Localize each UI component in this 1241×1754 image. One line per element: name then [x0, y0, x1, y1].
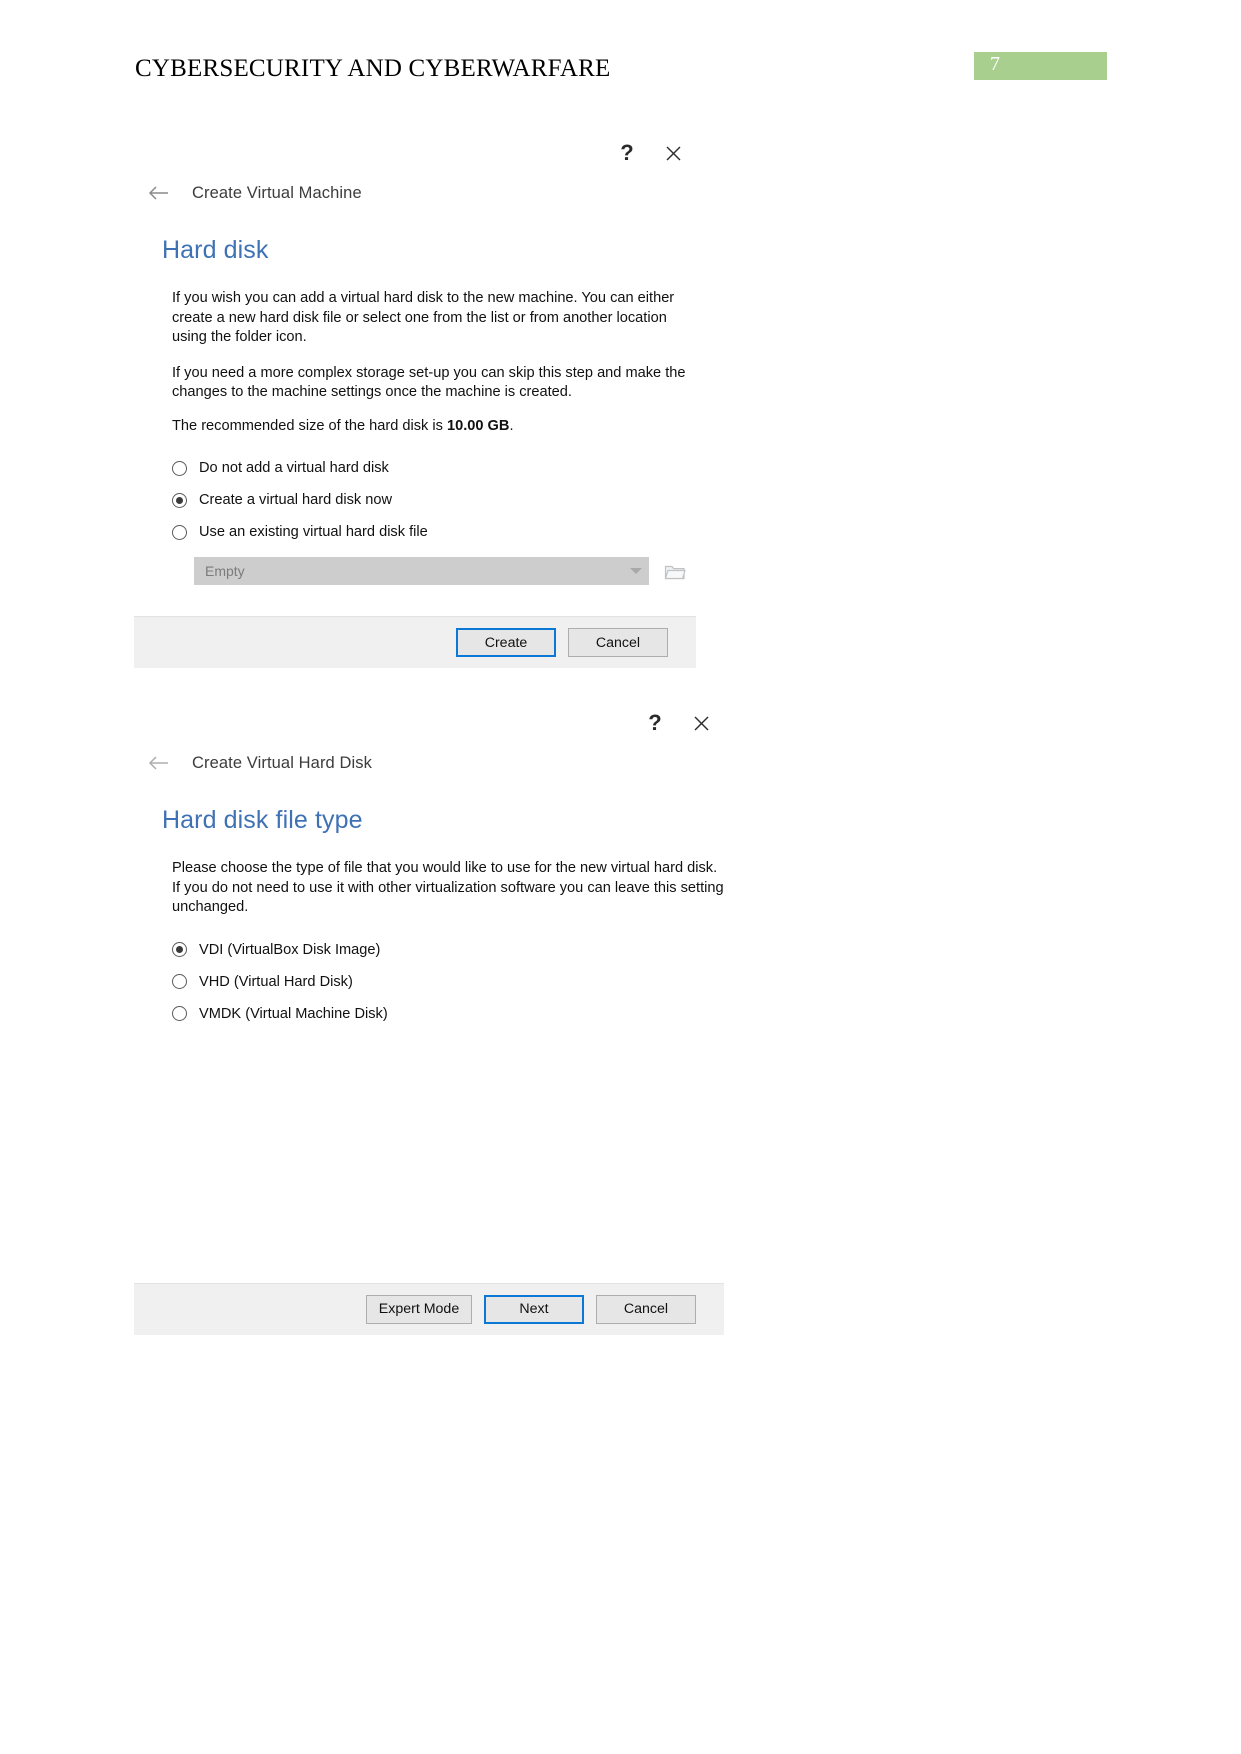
chevron-down-icon	[630, 568, 642, 575]
create-button[interactable]: Create	[456, 628, 556, 658]
radio-label: VMDK (Virtual Machine Disk)	[199, 1005, 388, 1022]
cancel-button[interactable]: Cancel	[568, 628, 668, 658]
dialog-nav-title: Create Virtual Machine	[192, 183, 362, 202]
radio-label: Do not add a virtual hard disk	[199, 460, 389, 477]
radio-indicator-icon	[172, 492, 187, 508]
radio-indicator-icon	[172, 1006, 187, 1022]
titlebar-button-group: ?	[632, 700, 724, 746]
existing-disk-combobox[interactable]: Empty	[194, 557, 649, 586]
combobox-value: Empty	[205, 563, 245, 580]
radio-vhd[interactable]: VHD (Virtual Hard Disk)	[172, 966, 724, 998]
page-header: CYBERSECURITY AND CYBERWARFARE 7	[135, 52, 1241, 95]
recommended-suffix: .	[509, 417, 514, 434]
close-icon[interactable]	[678, 703, 724, 743]
radio-do-not-add-disk[interactable]: Do not add a virtual hard disk	[172, 452, 696, 484]
dialog-footer-buttons: Expert Mode Next Cancel	[134, 1282, 724, 1335]
radio-label: VDI (VirtualBox Disk Image)	[199, 941, 381, 958]
disk-file-type-option-list: VDI (VirtualBox Disk Image) VHD (Virtual…	[172, 934, 724, 1030]
back-arrow-icon[interactable]	[146, 750, 172, 776]
radio-indicator-icon	[172, 524, 187, 540]
radio-vdi[interactable]: VDI (VirtualBox Disk Image)	[172, 934, 724, 966]
page-number-badge: 7	[974, 52, 1107, 80]
dialog-nav-title: Create Virtual Hard Disk	[192, 753, 372, 772]
question-mark-icon[interactable]: ?	[632, 703, 678, 743]
body-paragraph-1: Please choose the type of file that you …	[172, 860, 724, 916]
dialog-heading: Hard disk	[162, 236, 269, 264]
back-arrow-icon[interactable]	[146, 180, 172, 206]
dialog-titlebar: ?	[134, 130, 696, 176]
radio-indicator-icon	[172, 974, 187, 990]
expert-mode-button[interactable]: Expert Mode	[366, 1294, 472, 1324]
cancel-button[interactable]: Cancel	[596, 1294, 696, 1324]
dialog-footer-buttons: Create Cancel	[134, 616, 696, 669]
dialog-heading: Hard disk file type	[162, 806, 363, 834]
radio-create-disk-now[interactable]: Create a virtual hard disk now	[172, 484, 696, 516]
dialog-body-text: If you wish you can add a virtual hard d…	[172, 289, 696, 436]
recommended-size-value: 10.00 GB	[446, 417, 510, 434]
dialog-titlebar: ?	[134, 700, 724, 746]
recommended-size-line: The recommended size of the hard disk is…	[172, 417, 696, 437]
create-virtual-machine-dialog: ? Create Virtual Machine Hard disk If yo…	[134, 130, 696, 669]
radio-vmdk[interactable]: VMDK (Virtual Machine Disk)	[172, 998, 724, 1030]
radio-label: VHD (Virtual Hard Disk)	[199, 973, 353, 990]
existing-disk-selector-row: Empty	[194, 557, 696, 586]
radio-use-existing-disk[interactable]: Use an existing virtual hard disk file	[172, 516, 696, 548]
question-mark-icon[interactable]: ?	[604, 133, 650, 173]
create-virtual-hard-disk-dialog: ? Create Virtual Hard Disk Hard disk fil…	[134, 700, 724, 1335]
folder-icon[interactable]	[662, 558, 688, 584]
body-paragraph-1: If you wish you can add a virtual hard d…	[172, 290, 675, 346]
dialog-body-text: Please choose the type of file that you …	[172, 859, 724, 918]
titlebar-button-group: ?	[604, 130, 696, 176]
radio-label: Create a virtual hard disk now	[199, 492, 393, 509]
recommended-prefix: The recommended size of the hard disk is	[172, 417, 447, 434]
body-paragraph-2: If you need a more complex storage set-u…	[172, 364, 686, 401]
next-button[interactable]: Next	[484, 1294, 584, 1324]
radio-label: Use an existing virtual hard disk file	[199, 524, 428, 541]
dialog-nav-row: Create Virtual Hard Disk	[134, 746, 724, 780]
hard-disk-option-list: Do not add a virtual hard disk Create a …	[172, 452, 696, 548]
dialog-nav-row: Create Virtual Machine	[134, 176, 696, 210]
close-icon[interactable]	[650, 133, 696, 173]
radio-indicator-icon	[172, 460, 187, 476]
radio-indicator-icon	[172, 942, 187, 958]
